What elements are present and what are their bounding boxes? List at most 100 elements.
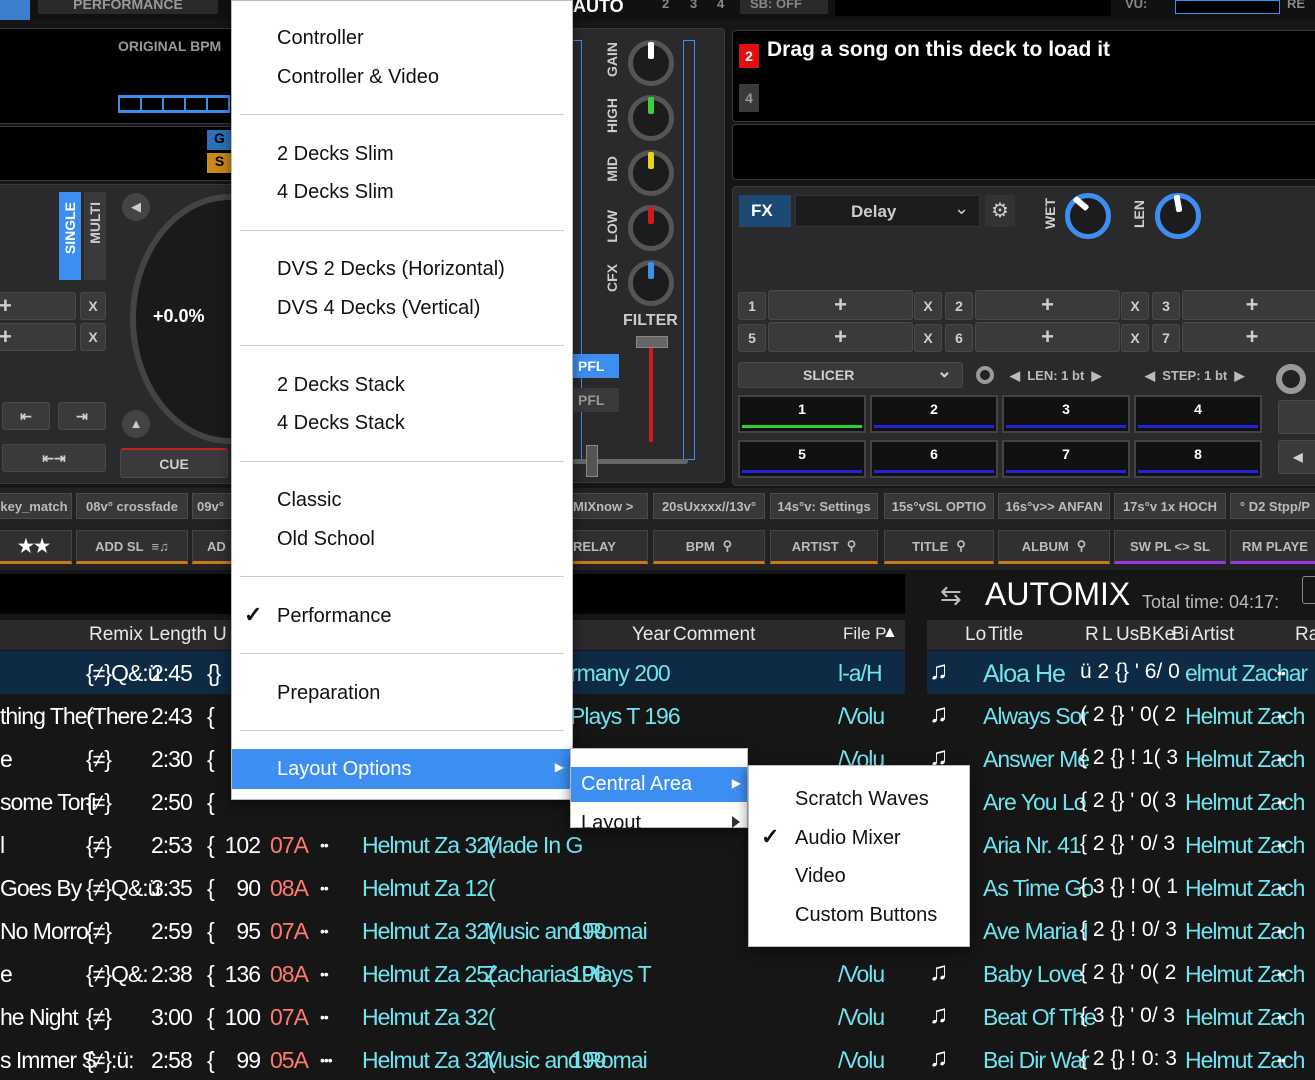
performance-label[interactable]: PERFORMANCE (38, 0, 218, 14)
sort-bpm-button[interactable]: BPM ⚲ (653, 530, 765, 564)
custom-button-7[interactable]: 15s°vSL OPTIO (884, 493, 994, 519)
record-icon-2[interactable] (1276, 364, 1306, 394)
menu-item-4-decks-slim[interactable]: 4 Decks Slim (277, 181, 394, 204)
list-item[interactable]: ♫ Answer Me{ 2 {} ! 1( 3 Helmut Zach •• (927, 737, 1315, 780)
relay-button[interactable]: RELAY (568, 530, 648, 564)
side-button-1[interactable] (1278, 400, 1315, 434)
list-item[interactable]: ♫ Bei Dir War{ 2 {} ! 0: 3 Helmut Zach •• (927, 1038, 1315, 1080)
menu-item-2-decks-slim[interactable]: 2 Decks Slim (277, 143, 394, 166)
sampler-add-6[interactable]: + (975, 322, 1120, 352)
sort-title-button[interactable]: TITLE ⚲ (884, 530, 994, 564)
performance-tab[interactable] (0, 0, 30, 20)
sampler-add-7[interactable]: + (1182, 322, 1315, 352)
col-year[interactable]: Year (632, 624, 670, 646)
sampler-x-1[interactable]: X (914, 292, 942, 320)
next-icon[interactable]: ⇥ (58, 402, 106, 430)
sampler-x-6[interactable]: X (1121, 324, 1149, 352)
list-item[interactable]: ♫Ave Maria I{ 2 {} ! 0/ 3Helmut Zach•• (927, 909, 1315, 952)
sampler-add-5[interactable]: + (768, 322, 913, 352)
add-sl-button[interactable]: ADD SL ≡♫ (76, 530, 188, 564)
shuffle-icon[interactable]: ⇆ (940, 580, 962, 611)
sampler-x-5[interactable]: X (914, 324, 942, 352)
fx-select[interactable]: Delay ⌄ (795, 195, 980, 227)
menu-item-central-area[interactable]: Central Area ▶ (571, 767, 747, 802)
custom-button-2[interactable]: 08v° crossfade (76, 493, 188, 519)
loop-x-1[interactable]: X (80, 292, 106, 320)
list-item[interactable]: ♫As Time Go{ 3 {} ! 0( 1Helmut Zach•• (927, 866, 1315, 909)
col-remix[interactable]: Remix (89, 624, 143, 646)
menu-item-dvs-2-decks[interactable]: DVS 2 Decks (Horizontal) (277, 258, 505, 281)
menu-item-old-school[interactable]: Old School (277, 528, 375, 551)
sampler-slot-2[interactable]: 2 (945, 292, 973, 320)
menu-item-performance[interactable]: Performance (277, 605, 392, 628)
mid-knob[interactable] (628, 150, 674, 196)
col-title[interactable]: Title (988, 624, 1023, 646)
menu-item-audio-mixer[interactable]: Audio Mixer (795, 827, 901, 850)
prev-icon[interactable]: ⇤ (2, 402, 50, 430)
sampler-slot-6[interactable]: 6 (945, 324, 973, 352)
menu-item-2-decks-stack[interactable]: 2 Decks Stack (277, 374, 405, 397)
sort-album-button[interactable]: ALBUM ⚲ (998, 530, 1110, 564)
g-button[interactable]: G (207, 130, 232, 150)
single-button[interactable]: SINGLE (59, 192, 81, 280)
gear-icon[interactable]: ⚙ (985, 195, 1015, 227)
custom-button-5[interactable]: 20sUxxxx//13v° (653, 493, 765, 519)
wet-knob[interactable] (1065, 193, 1111, 239)
custom-button-1[interactable]: key_match (0, 493, 72, 519)
ad-button[interactable]: AD (192, 530, 232, 564)
sync-icon[interactable]: ⇤⇥ (2, 444, 106, 472)
menu-item-custom-buttons[interactable]: Custom Buttons (795, 904, 937, 927)
pad-1[interactable]: 1 (738, 395, 866, 433)
pad-3[interactable]: 3 (1002, 395, 1130, 433)
deck-number-active[interactable]: 2 (739, 44, 759, 68)
pad-7[interactable]: 7 (1002, 440, 1130, 478)
col-bi[interactable]: Bi (1172, 624, 1189, 646)
sb-label[interactable]: SB: OFF (740, 0, 828, 14)
custom-button-6[interactable]: 14s°v: Settings (770, 493, 878, 519)
cue-button[interactable]: CUE (120, 448, 228, 478)
pitch-up-icon[interactable]: ◀ (122, 193, 150, 221)
auto-num-4[interactable]: 4 (717, 0, 724, 11)
record-icon[interactable] (976, 366, 994, 384)
custom-button-4[interactable]: MIXnow > (568, 493, 648, 519)
sampler-slot-5[interactable]: 5 (738, 324, 766, 352)
custom-button-8[interactable]: 16s°v>> ANFAN (998, 493, 1110, 519)
sampler-slot-3[interactable]: 3 (1152, 292, 1180, 320)
pad-5[interactable]: 5 (738, 440, 866, 478)
s-button[interactable]: S (207, 153, 232, 173)
sampler-add-3[interactable]: + (1182, 290, 1315, 320)
col-us[interactable]: Us (1116, 624, 1139, 646)
table-row[interactable]: s Immer S {≠}:ü: 2:58 {99 05A ••• Helmut Za 32… (0, 1038, 905, 1080)
sampler-add-2[interactable]: + (975, 290, 1120, 320)
pfl-button[interactable]: PFL (572, 354, 619, 378)
col-comment[interactable]: Comment (673, 624, 755, 646)
col-lo[interactable]: Lo (965, 624, 986, 646)
col-length[interactable]: Length (149, 624, 207, 646)
menu-item-scratch-waves[interactable]: Scratch Waves (795, 788, 929, 811)
multi-button[interactable]: MULTI (84, 192, 106, 280)
volume-fader-handle[interactable] (636, 336, 668, 348)
list-item[interactable]: ♫ Beat Of The{ 3 {} ' 0/ 3 Helmut Zach •• (927, 995, 1315, 1038)
crossfader-handle[interactable] (586, 445, 598, 477)
auto-num-2[interactable]: 2 (662, 0, 669, 11)
deck-number-other[interactable]: 4 (739, 84, 759, 112)
sampler-x-2[interactable]: X (1121, 292, 1149, 320)
loop-add-1[interactable]: + (0, 292, 76, 320)
stars-button[interactable]: ★★ (0, 530, 72, 564)
rec-label[interactable]: RE (1287, 0, 1305, 11)
list-item[interactable]: ♫Aria Nr. 41{ 2 {} ' 0/ 3Helmut Zach•• (927, 823, 1315, 866)
pfl-button-2[interactable]: PFL (572, 388, 619, 412)
high-knob[interactable] (628, 95, 674, 141)
loop-x-2[interactable]: X (80, 323, 106, 351)
menu-item-layout[interactable]: Layout (581, 812, 641, 835)
sampler-slot-1[interactable]: 1 (738, 292, 766, 320)
side-button-2[interactable]: ◀ (1278, 440, 1315, 474)
menu-item-controller-video[interactable]: Controller & Video (277, 66, 439, 89)
table-row[interactable]: e {≠}Q&: 2:38 {136 08A •• Helmut Za 25(Zachari… (0, 952, 905, 995)
list-item[interactable]: ♫ Always Sor( 2 {} ' 0( 2 Helmut Zach •• (927, 694, 1315, 737)
menu-item-layout-options[interactable]: Layout Options ▶ (232, 749, 572, 789)
sw-pl-button[interactable]: SW PL <> SL (1114, 530, 1226, 564)
custom-button-9[interactable]: 17s°v 1x HOCH (1114, 493, 1226, 519)
fx-button[interactable]: FX (739, 195, 791, 227)
col-ra[interactable]: Ra (1295, 624, 1315, 646)
